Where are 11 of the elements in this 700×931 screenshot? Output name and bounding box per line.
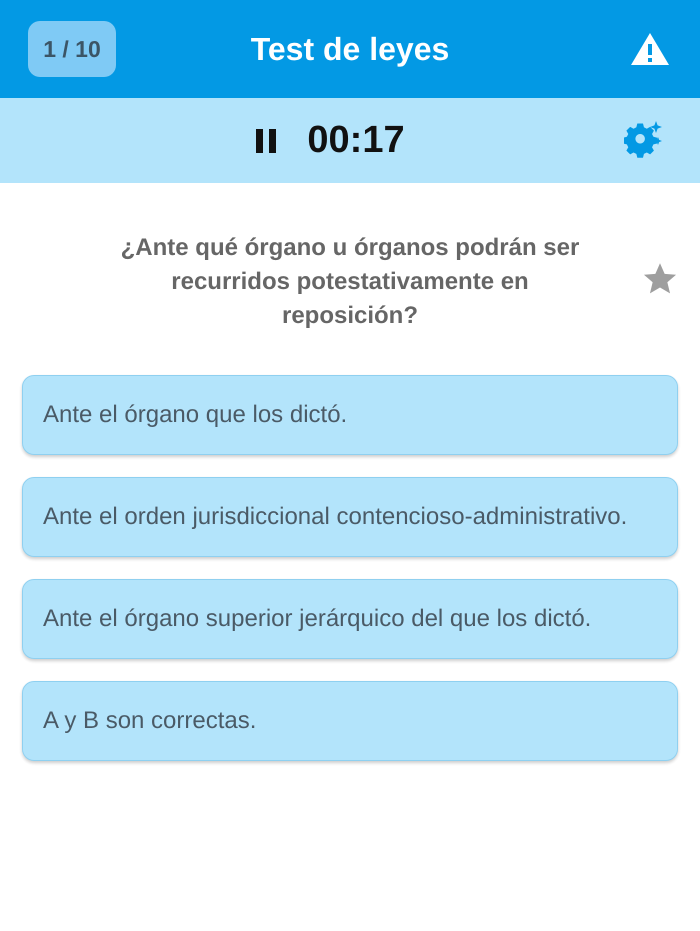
screen-title: Test de leyes xyxy=(250,30,450,68)
pause-icon[interactable] xyxy=(255,128,278,152)
question-counter[interactable]: 1 / 10 xyxy=(28,21,116,77)
gear-icon[interactable] xyxy=(624,120,664,160)
answer-option[interactable]: Ante el orden jurisdiccional contencioso-administrativo. xyxy=(22,477,678,557)
warning-icon[interactable] xyxy=(630,31,670,67)
answer-option[interactable]: A y B son correctas. xyxy=(22,681,678,761)
question-text: ¿Ante qué órgano u órganos podrán ser recurridos potestativamente en reposición? xyxy=(120,233,580,331)
answer-option[interactable]: Ante el órgano superior jerárquico del que los dictó. xyxy=(22,579,678,659)
answer-option[interactable]: Ante el órgano que los dictó. xyxy=(22,375,678,455)
timer-text: 00:17 xyxy=(307,119,405,162)
